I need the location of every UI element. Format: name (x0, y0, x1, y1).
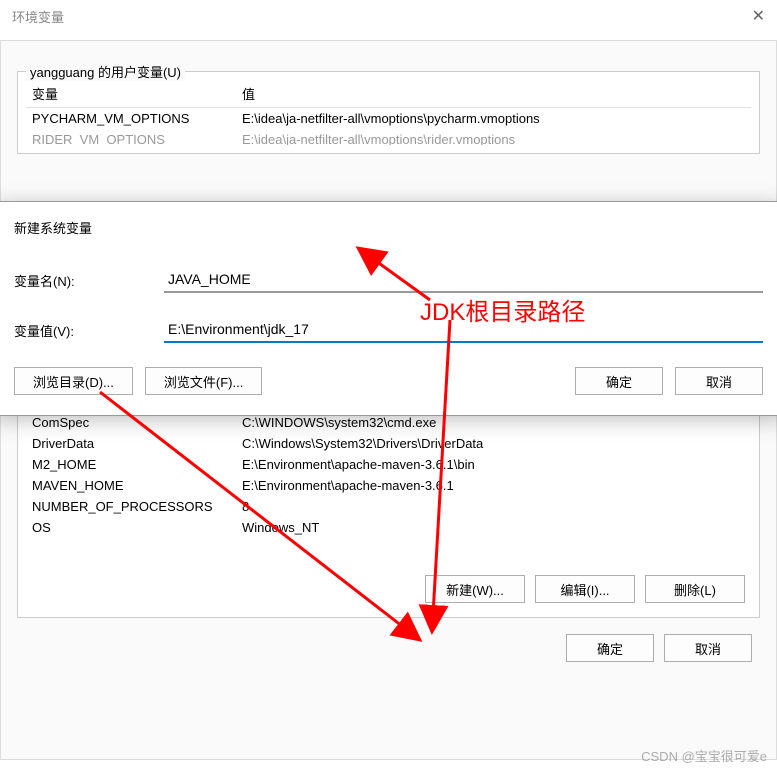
main-ok-button[interactable]: 确定 (566, 634, 654, 662)
user-vars-label: yangguang 的用户变量(U) (26, 62, 185, 81)
close-icon[interactable]: ✕ (752, 6, 765, 26)
dialog-title: 新建系统变量 (14, 218, 763, 237)
var-value-input[interactable] (164, 317, 763, 343)
table-row[interactable]: NUMBER_OF_PROCESSORS8 (26, 496, 751, 517)
var-value-label: 变量值(V): (14, 321, 164, 340)
new-sysvar-dialog: 新建系统变量 变量名(N): 变量值(V): 浏览目录(D)... 浏览文件(F… (0, 201, 777, 416)
user-vars-table[interactable]: 变量 值 PYCHARM_VM_OPTIONS E:\idea\ja-netfi… (26, 80, 751, 145)
col-var: 变量 (32, 84, 242, 103)
table-row[interactable]: MAVEN_HOMEE:\Environment\apache-maven-3.… (26, 475, 751, 496)
cancel-button[interactable]: 取消 (675, 367, 763, 395)
browse-file-button[interactable]: 浏览文件(F)... (145, 367, 262, 395)
ok-button[interactable]: 确定 (575, 367, 663, 395)
table-row[interactable]: M2_HOMEE:\Environment\apache-maven-3.6.1… (26, 454, 751, 475)
edit-sysvar-button[interactable]: 编辑(I)... (535, 575, 635, 603)
user-vars-group: yangguang 的用户变量(U) 变量 值 PYCHARM_VM_OPTIO… (17, 71, 760, 154)
dialog-footer: 确定 取消 (17, 618, 760, 662)
window-title: 环境变量 (12, 7, 64, 26)
table-row[interactable]: DriverDataC:\Windows\System32\Drivers\Dr… (26, 433, 751, 454)
main-cancel-button[interactable]: 取消 (664, 634, 752, 662)
browse-dir-button[interactable]: 浏览目录(D)... (14, 367, 133, 395)
table-row[interactable]: PYCHARM_VM_OPTIONS E:\idea\ja-netfilter-… (26, 108, 751, 129)
table-header: 变量 值 (26, 80, 751, 108)
var-name-input[interactable] (164, 267, 763, 293)
col-val: 值 (242, 84, 745, 103)
env-dialog: yangguang 的用户变量(U) 变量 值 PYCHARM_VM_OPTIO… (0, 40, 777, 760)
delete-sysvar-button[interactable]: 删除(L) (645, 575, 745, 603)
table-row[interactable]: OSWindows_NT (26, 517, 751, 538)
new-sysvar-button[interactable]: 新建(W)... (425, 575, 525, 603)
table-row[interactable]: RIDER_VM_OPTIONS E:\idea\ja-netfilter-al… (26, 129, 751, 145)
titlebar: 环境变量 ✕ (0, 0, 777, 32)
var-name-label: 变量名(N): (14, 271, 164, 290)
